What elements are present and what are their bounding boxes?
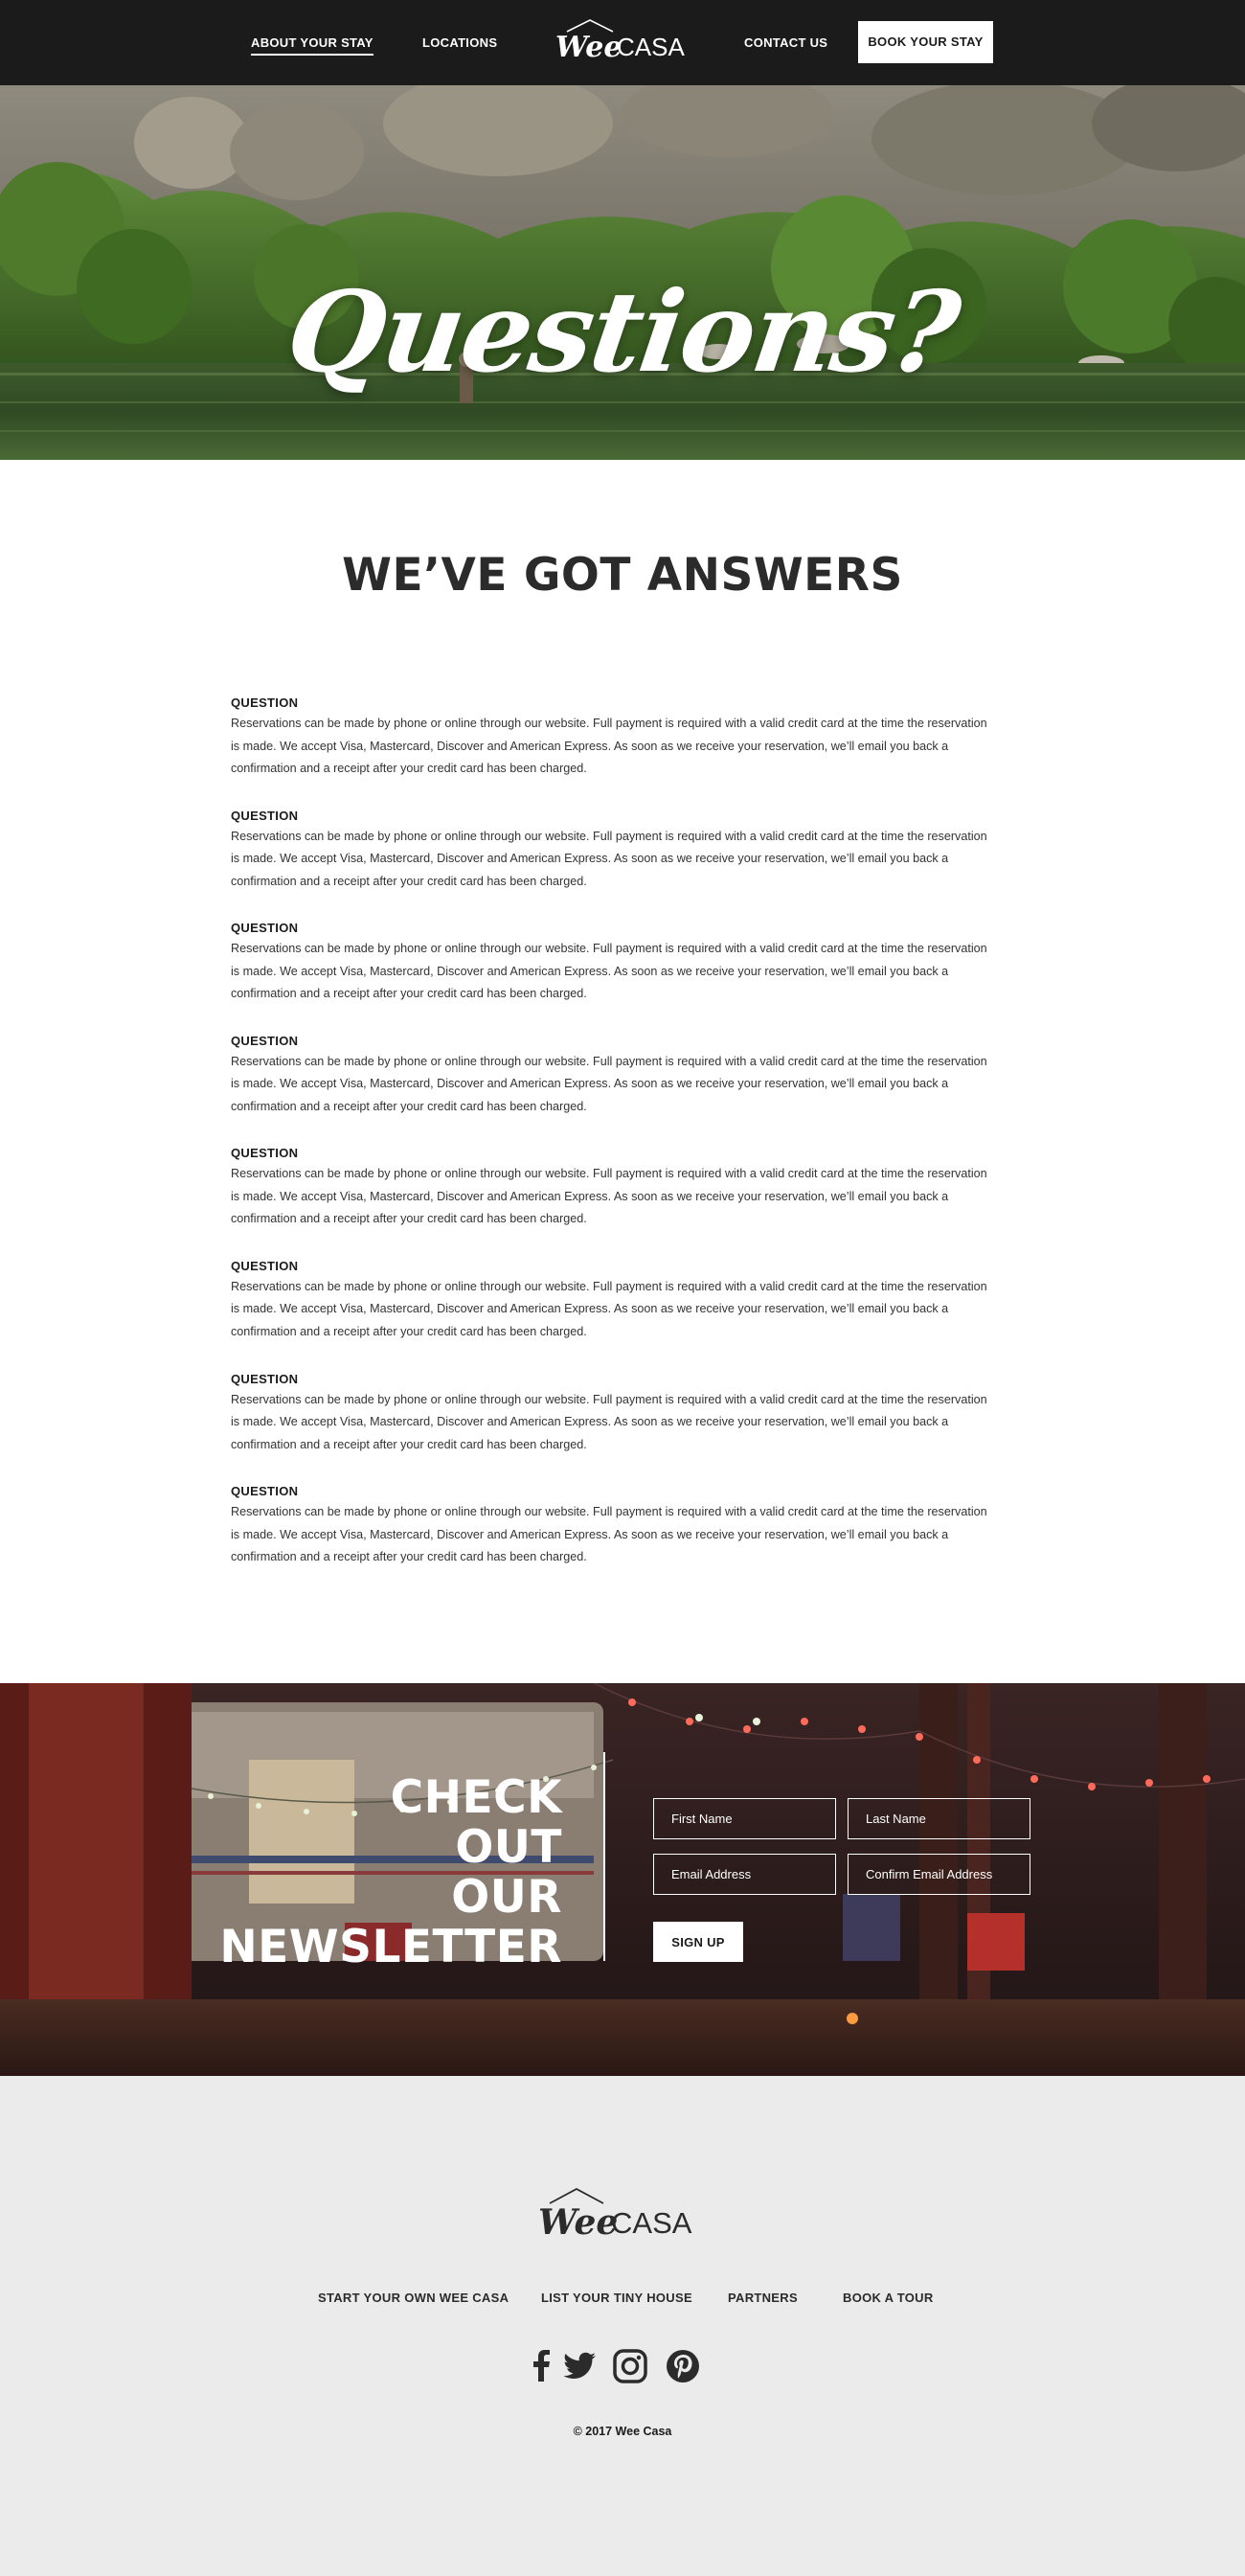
- faq-item: QUESTION Reservations can be made by phon…: [231, 1144, 997, 1257]
- faq-question: QUESTION: [231, 808, 299, 823]
- hero-title: Questions?: [279, 267, 966, 398]
- instagram-icon[interactable]: [611, 2347, 649, 2385]
- faq-item: QUESTION Reservations can be made by phon…: [231, 694, 997, 807]
- faq-item: QUESTION Reservations can be made by phon…: [231, 1257, 997, 1370]
- faq-item: QUESTION Reservations can be made by phon…: [231, 1032, 997, 1145]
- faq-question: QUESTION: [231, 921, 299, 936]
- faq-answer: Reservations can be made by phone or onl…: [231, 1279, 987, 1338]
- wee-casa-logo[interactable]: Wee CASA: [554, 18, 692, 62]
- wee-casa-logo-mark: Wee CASA: [555, 19, 685, 62]
- faq-question: QUESTION: [231, 1033, 299, 1048]
- faq-item: QUESTION Reservations can be made by phon…: [231, 919, 997, 1032]
- site-footer: Wee CASA START YOUR OWN WEE CASA LIST YO…: [0, 2076, 1245, 2576]
- first-name-field[interactable]: [653, 1798, 836, 1839]
- faq-question: QUESTION: [231, 1258, 299, 1273]
- confirm-email-field[interactable]: [848, 1854, 1030, 1895]
- faq-answer: Reservations can be made by phone or onl…: [231, 942, 987, 1001]
- last-name-field[interactable]: [848, 1798, 1030, 1839]
- footer-logo-wee-text: Wee: [538, 2202, 618, 2242]
- faq-question: QUESTION: [231, 1371, 299, 1386]
- faq-content: WE’VE GOT ANSWERS QUESTION Reservations c…: [0, 460, 1245, 1683]
- newsletter-title-line-3: OUR: [451, 1871, 562, 1924]
- footer-link-start-your-own[interactable]: START YOUR OWN WEE CASA: [318, 2291, 509, 2305]
- pinterest-icon[interactable]: [664, 2347, 702, 2385]
- faq-question: QUESTION: [231, 1146, 299, 1161]
- faq-answer: Reservations can be made by phone or onl…: [231, 1392, 987, 1451]
- faq-question: QUESTION: [231, 1484, 299, 1499]
- logo-wee-text: Wee: [555, 31, 622, 62]
- faq-item: QUESTION Reservations can be made by phon…: [231, 807, 997, 920]
- footer-logo-mark: Wee CASA: [538, 2187, 692, 2242]
- nav-contact-us[interactable]: CONTACT US: [744, 0, 827, 85]
- faq-answer: Reservations can be made by phone or onl…: [231, 1054, 987, 1113]
- copyright-text: © 2017 Wee Casa: [573, 2425, 672, 2438]
- faq-list: QUESTION Reservations can be made by phon…: [231, 694, 997, 1595]
- newsletter-divider: [603, 1752, 605, 1961]
- footer-wee-casa-logo[interactable]: Wee CASA: [536, 2186, 709, 2242]
- logo-casa-text: CASA: [617, 33, 685, 61]
- hero-banner: Questions?: [0, 85, 1245, 460]
- top-navigation: ABOUT YOUR STAY LOCATIONS Wee CASA CONTA…: [0, 0, 1245, 85]
- twitter-icon[interactable]: [560, 2347, 599, 2385]
- book-your-stay-button[interactable]: BOOK YOUR STAY: [858, 21, 993, 63]
- faq-answer: Reservations can be made by phone or onl…: [231, 829, 987, 888]
- nav-locations[interactable]: LOCATIONS: [422, 0, 497, 85]
- newsletter-section: CHECK OUT OUR NEWSLETTER SIGN UP: [0, 1683, 1245, 2076]
- footer-logo-casa-text: CASA: [611, 2206, 692, 2240]
- faq-answer: Reservations can be made by phone or onl…: [231, 1167, 987, 1226]
- footer-link-book-a-tour[interactable]: BOOK A TOUR: [843, 2291, 934, 2305]
- newsletter-title: CHECK OUT OUR NEWSLETTER: [219, 1773, 562, 1972]
- footer-link-partners[interactable]: PARTNERS: [728, 2291, 798, 2305]
- faq-question: QUESTION: [231, 695, 299, 710]
- facebook-icon[interactable]: [523, 2347, 561, 2385]
- faq-heading: WE’VE GOT ANSWERS: [342, 549, 903, 602]
- nav-about-your-stay[interactable]: ABOUT YOUR STAY: [251, 0, 374, 85]
- newsletter-title-line-1: CHECK: [390, 1771, 562, 1824]
- footer-link-list-tiny-house[interactable]: LIST YOUR TINY HOUSE: [541, 2291, 692, 2305]
- faq-item: QUESTION Reservations can be made by phon…: [231, 1482, 997, 1595]
- campsite-night-image: [0, 1683, 1245, 2076]
- faq-answer: Reservations can be made by phone or onl…: [231, 1505, 987, 1564]
- email-field[interactable]: [653, 1854, 836, 1895]
- faq-item: QUESTION Reservations can be made by phon…: [231, 1370, 997, 1483]
- sign-up-button[interactable]: SIGN UP: [653, 1922, 743, 1962]
- newsletter-title-line-2: OUT: [455, 1821, 562, 1874]
- newsletter-title-line-4: NEWSLETTER: [219, 1921, 562, 1973]
- faq-answer: Reservations can be made by phone or onl…: [231, 717, 987, 775]
